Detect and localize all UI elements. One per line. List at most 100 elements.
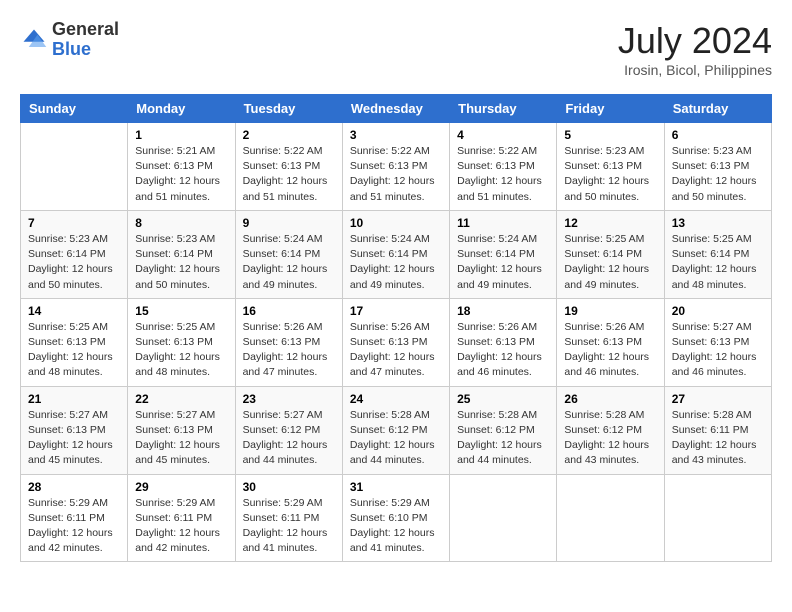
calendar-day-cell: 4Sunrise: 5:22 AM Sunset: 6:13 PM Daylig… — [450, 123, 557, 211]
weekday-header: Saturday — [664, 95, 771, 123]
day-number: 12 — [564, 216, 656, 230]
calendar-day-cell: 23 Sunrise: 5:27 AM Sunset: 6:12 PM Dayli… — [235, 386, 342, 474]
day-info: Sunrise: 5:25 AM Sunset: 6:14 PM Dayligh… — [564, 232, 656, 293]
day-info: Sunrise: 5:28 AM Sunset: 6:12 PM Dayligh… — [564, 408, 656, 469]
day-info: Sunrise: 5:23 AM Sunset: 6:13 PM Dayligh… — [564, 144, 656, 205]
weekday-header: Wednesday — [342, 95, 449, 123]
calendar-day-cell: 3 Sunrise: 5:22 AM Sunset: 6:13 PM Daylig… — [342, 123, 449, 211]
day-number: 29 — [135, 480, 227, 494]
day-info: Sunrise: 5:26 AM Sunset: 6:13 PM Dayligh… — [457, 320, 549, 381]
calendar-day-cell: 27 Sunrise: 5:28 AM Sunset: 6:11 PM Dayli… — [664, 386, 771, 474]
day-number: 11 — [457, 216, 549, 230]
day-info: Sunrise: 5:25 AM Sunset: 6:13 PM Dayligh… — [135, 320, 227, 381]
day-number: 9 — [243, 216, 335, 230]
day-info: Sunrise: 5:26 AM Sunset: 6:13 PM Dayligh… — [350, 320, 442, 381]
calendar-day-cell: 18Sunrise: 5:26 AM Sunset: 6:13 PM Dayli… — [450, 298, 557, 386]
calendar-day-cell: 30 Sunrise: 5:29 AM Sunset: 6:11 PM Dayli… — [235, 474, 342, 562]
calendar-table: SundayMondayTuesdayWednesdayThursdayFrid… — [20, 94, 772, 562]
calendar-day-cell: 25Sunrise: 5:28 AM Sunset: 6:12 PM Dayli… — [450, 386, 557, 474]
day-info: Sunrise: 5:27 AM Sunset: 6:13 PM Dayligh… — [672, 320, 764, 381]
day-number: 21 — [28, 392, 120, 406]
day-number: 22 — [135, 392, 227, 406]
day-info: Sunrise: 5:28 AM Sunset: 6:11 PM Dayligh… — [672, 408, 764, 469]
day-info: Sunrise: 5:29 AM Sunset: 6:11 PM Dayligh… — [243, 496, 335, 557]
day-info: Sunrise: 5:22 AM Sunset: 6:13 PM Dayligh… — [243, 144, 335, 205]
day-number: 16 — [243, 304, 335, 318]
logo-icon — [20, 26, 48, 54]
day-number: 2 — [243, 128, 335, 142]
day-number: 23 — [243, 392, 335, 406]
calendar-day-cell: 7 Sunrise: 5:23 AM Sunset: 6:14 PM Daylig… — [21, 210, 128, 298]
calendar-day-cell: 9Sunrise: 5:24 AM Sunset: 6:14 PM Daylig… — [235, 210, 342, 298]
calendar-day-cell: 10Sunrise: 5:24 AM Sunset: 6:14 PM Dayli… — [342, 210, 449, 298]
title-block: July 2024 Irosin, Bicol, Philippines — [618, 20, 772, 78]
calendar-header: SundayMondayTuesdayWednesdayThursdayFrid… — [21, 95, 772, 123]
calendar-day-cell: 14Sunrise: 5:25 AM Sunset: 6:13 PM Dayli… — [21, 298, 128, 386]
logo-text: General Blue — [52, 20, 119, 60]
day-number: 19 — [564, 304, 656, 318]
day-number: 25 — [457, 392, 549, 406]
day-number: 6 — [672, 128, 764, 142]
calendar-day-cell: 20 Sunrise: 5:27 AM Sunset: 6:13 PM Dayli… — [664, 298, 771, 386]
day-info: Sunrise: 5:25 AM Sunset: 6:14 PM Dayligh… — [672, 232, 764, 293]
calendar-day-cell: 13Sunrise: 5:25 AM Sunset: 6:14 PM Dayli… — [664, 210, 771, 298]
day-info: Sunrise: 5:27 AM Sunset: 6:13 PM Dayligh… — [135, 408, 227, 469]
calendar-day-cell: 28 Sunrise: 5:29 AM Sunset: 6:11 PM Dayli… — [21, 474, 128, 562]
day-number: 1 — [135, 128, 227, 142]
day-number: 7 — [28, 216, 120, 230]
calendar-body: 1 Sunrise: 5:21 AM Sunset: 6:13 PM Daylig… — [21, 123, 772, 562]
calendar-day-cell: 22 Sunrise: 5:27 AM Sunset: 6:13 PM Dayli… — [128, 386, 235, 474]
calendar-day-cell: 8 Sunrise: 5:23 AM Sunset: 6:14 PM Daylig… — [128, 210, 235, 298]
weekday-header: Sunday — [21, 95, 128, 123]
calendar-day-cell: 26Sunrise: 5:28 AM Sunset: 6:12 PM Dayli… — [557, 386, 664, 474]
day-number: 20 — [672, 304, 764, 318]
day-info: Sunrise: 5:22 AM Sunset: 6:13 PM Dayligh… — [350, 144, 442, 205]
day-info: Sunrise: 5:24 AM Sunset: 6:14 PM Dayligh… — [350, 232, 442, 293]
weekday-row: SundayMondayTuesdayWednesdayThursdayFrid… — [21, 95, 772, 123]
day-number: 28 — [28, 480, 120, 494]
day-number: 27 — [672, 392, 764, 406]
day-number: 3 — [350, 128, 442, 142]
day-number: 5 — [564, 128, 656, 142]
calendar-day-cell: 15 Sunrise: 5:25 AM Sunset: 6:13 PM Dayli… — [128, 298, 235, 386]
day-info: Sunrise: 5:27 AM Sunset: 6:12 PM Dayligh… — [243, 408, 335, 469]
day-info: Sunrise: 5:27 AM Sunset: 6:13 PM Dayligh… — [28, 408, 120, 469]
calendar-day-cell: 11Sunrise: 5:24 AM Sunset: 6:14 PM Dayli… — [450, 210, 557, 298]
calendar-day-cell: 21 Sunrise: 5:27 AM Sunset: 6:13 PM Dayli… — [21, 386, 128, 474]
calendar-week-row: 14Sunrise: 5:25 AM Sunset: 6:13 PM Dayli… — [21, 298, 772, 386]
calendar-day-cell — [664, 474, 771, 562]
logo-blue: Blue — [52, 39, 91, 59]
calendar-day-cell: 31Sunrise: 5:29 AM Sunset: 6:10 PM Dayli… — [342, 474, 449, 562]
weekday-header: Tuesday — [235, 95, 342, 123]
day-number: 8 — [135, 216, 227, 230]
calendar-day-cell: 12 Sunrise: 5:25 AM Sunset: 6:14 PM Dayli… — [557, 210, 664, 298]
day-number: 4 — [457, 128, 549, 142]
day-info: Sunrise: 5:28 AM Sunset: 6:12 PM Dayligh… — [350, 408, 442, 469]
day-info: Sunrise: 5:26 AM Sunset: 6:13 PM Dayligh… — [243, 320, 335, 381]
day-info: Sunrise: 5:23 AM Sunset: 6:13 PM Dayligh… — [672, 144, 764, 205]
calendar-day-cell: 2 Sunrise: 5:22 AM Sunset: 6:13 PM Daylig… — [235, 123, 342, 211]
calendar-day-cell: 1 Sunrise: 5:21 AM Sunset: 6:13 PM Daylig… — [128, 123, 235, 211]
day-info: Sunrise: 5:21 AM Sunset: 6:13 PM Dayligh… — [135, 144, 227, 205]
day-info: Sunrise: 5:25 AM Sunset: 6:13 PM Dayligh… — [28, 320, 120, 381]
calendar-week-row: 21 Sunrise: 5:27 AM Sunset: 6:13 PM Dayli… — [21, 386, 772, 474]
weekday-header: Thursday — [450, 95, 557, 123]
page-header: General Blue July 2024 Irosin, Bicol, Ph… — [20, 20, 772, 78]
day-number: 30 — [243, 480, 335, 494]
calendar-day-cell: 6 Sunrise: 5:23 AM Sunset: 6:13 PM Daylig… — [664, 123, 771, 211]
month-year: July 2024 — [618, 20, 772, 62]
location: Irosin, Bicol, Philippines — [618, 62, 772, 78]
calendar-day-cell: 16 Sunrise: 5:26 AM Sunset: 6:13 PM Dayli… — [235, 298, 342, 386]
day-number: 15 — [135, 304, 227, 318]
calendar-day-cell: 17Sunrise: 5:26 AM Sunset: 6:13 PM Dayli… — [342, 298, 449, 386]
calendar-week-row: 7 Sunrise: 5:23 AM Sunset: 6:14 PM Daylig… — [21, 210, 772, 298]
calendar-day-cell — [21, 123, 128, 211]
day-info: Sunrise: 5:29 AM Sunset: 6:11 PM Dayligh… — [135, 496, 227, 557]
day-info: Sunrise: 5:23 AM Sunset: 6:14 PM Dayligh… — [28, 232, 120, 293]
day-info: Sunrise: 5:23 AM Sunset: 6:14 PM Dayligh… — [135, 232, 227, 293]
weekday-header: Friday — [557, 95, 664, 123]
calendar-day-cell: 19Sunrise: 5:26 AM Sunset: 6:13 PM Dayli… — [557, 298, 664, 386]
day-number: 24 — [350, 392, 442, 406]
day-info: Sunrise: 5:29 AM Sunset: 6:11 PM Dayligh… — [28, 496, 120, 557]
calendar-day-cell: 24 Sunrise: 5:28 AM Sunset: 6:12 PM Dayli… — [342, 386, 449, 474]
